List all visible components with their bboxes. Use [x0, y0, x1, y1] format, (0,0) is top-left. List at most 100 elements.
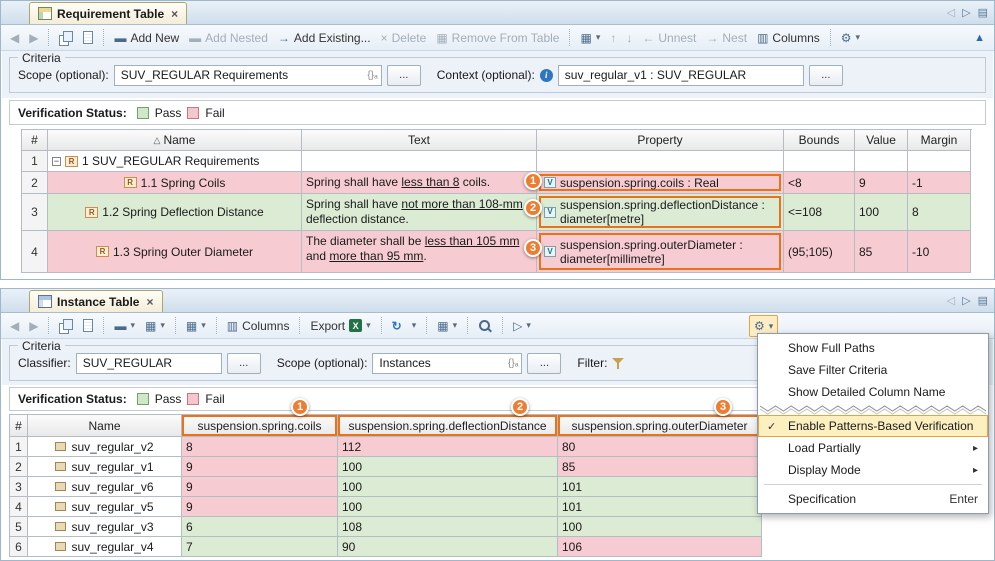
copy-rows-button[interactable] — [55, 27, 77, 49]
menu-item-show-full-paths[interactable]: Show Full Paths — [758, 337, 988, 359]
col-header-value[interactable]: Value — [855, 130, 908, 151]
move-down-button[interactable]: ↓ — [622, 27, 636, 49]
coils-cell[interactable]: 7 — [182, 537, 338, 557]
move-up-button[interactable]: ↑ — [606, 27, 620, 49]
text-cell[interactable]: Spring shall have less than 8 coils. — [302, 172, 537, 194]
menu-item-save-filter-criteria[interactable]: Save Filter Criteria — [758, 359, 988, 381]
diameter-cell[interactable]: 85 — [558, 457, 762, 477]
add-existing-button[interactable]: →Add Existing... — [274, 27, 375, 49]
coils-cell[interactable]: 8 — [182, 437, 338, 457]
menu-item-specification[interactable]: SpecificationEnter — [758, 488, 988, 510]
col-header-deflection-distance[interactable]: suspension.spring.deflectionDistance — [338, 415, 558, 437]
property-cell[interactable]: V suspension.spring.outerDiameter : diam… — [537, 231, 784, 273]
refresh-options-button[interactable]: ▾ — [408, 315, 421, 337]
table-row[interactable]: 6 suv_regular_v4 7 90 106 — [10, 537, 762, 557]
tab-list-icon[interactable]: ▤ — [978, 6, 988, 19]
row-name-cell[interactable]: − R 1 SUV_REGULAR Requirements — [48, 151, 302, 172]
close-icon[interactable]: × — [171, 7, 178, 21]
table-settings-button[interactable]: ⚙▾ — [837, 27, 864, 49]
table-row[interactable]: 1 suv_regular_v2 8 112 80 — [10, 437, 762, 457]
margin-cell[interactable] — [908, 151, 971, 172]
col-header-text[interactable]: Text — [302, 130, 537, 151]
remove-from-table-button[interactable]: ▦Remove From Table — [432, 27, 563, 49]
scope-browse-button[interactable]: ... — [387, 65, 421, 86]
col-header-num[interactable]: # — [22, 130, 48, 151]
row-name-cell[interactable]: suv_regular_v1 — [28, 457, 182, 477]
margin-cell[interactable]: -10 — [908, 231, 971, 273]
delete-button[interactable]: ×Delete — [377, 27, 431, 49]
property-cell[interactable]: V suspension.spring.deflectionDistance :… — [537, 194, 784, 231]
margin-cell[interactable]: 8 — [908, 194, 971, 231]
row-name-cell[interactable]: suv_regular_v2 — [28, 437, 182, 457]
table-options-button[interactable]: ▦▾ — [182, 315, 210, 337]
value-cell[interactable]: 9 — [855, 172, 908, 194]
text-cell[interactable]: The diameter shall be less than 105 mm a… — [302, 231, 537, 273]
add-nested-button[interactable]: ▬Add Nested — [185, 27, 272, 49]
diameter-cell[interactable]: 101 — [558, 477, 762, 497]
coils-cell[interactable]: 9 — [182, 497, 338, 517]
generate-report-button[interactable] — [79, 27, 97, 49]
back-button[interactable]: ◀ — [6, 315, 23, 337]
remove-row-button[interactable]: ▬▾ — [110, 315, 139, 337]
deflection-cell[interactable]: 108 — [338, 517, 558, 537]
bounds-cell[interactable]: <8 — [784, 172, 855, 194]
scope-input[interactable] — [114, 65, 382, 86]
col-header-outer-diameter[interactable]: suspension.spring.outerDiameter — [558, 415, 762, 437]
coils-cell[interactable]: 9 — [182, 457, 338, 477]
diameter-cell[interactable]: 101 — [558, 497, 762, 517]
menu-item-display-mode[interactable]: Display Mode▸ — [758, 459, 988, 481]
diameter-cell[interactable]: 106 — [558, 537, 762, 557]
back-button[interactable]: ◀ — [6, 27, 23, 49]
highlighted-property-box[interactable]: V suspension.spring.outerDiameter : diam… — [539, 233, 781, 270]
deflection-cell[interactable]: 90 — [338, 537, 558, 557]
row-name-cell[interactable]: suv_regular_v4 — [28, 537, 182, 557]
deflection-cell[interactable]: 100 — [338, 477, 558, 497]
row-name-cell[interactable]: R 1.3 Spring Outer Diameter — [48, 231, 302, 273]
property-cell[interactable] — [537, 151, 784, 172]
row-tools-button[interactable]: ▦▾ — [141, 315, 169, 337]
table-row[interactable]: 3 suv_regular_v6 9 100 101 — [10, 477, 762, 497]
tab-scroll-right-icon[interactable]: ▷ — [962, 294, 970, 307]
tab-scroll-right-icon[interactable]: ▷ — [962, 6, 970, 19]
export-button[interactable]: ExportX▾ — [306, 315, 374, 337]
columns-button[interactable]: ▥Columns — [223, 315, 294, 337]
highlighted-property-box[interactable]: V suspension.spring.coils : Real — [539, 174, 781, 191]
col-header-num[interactable]: # — [10, 415, 28, 437]
scope-browse-button[interactable]: ... — [527, 353, 561, 374]
row-name-cell[interactable]: suv_regular_v3 — [28, 517, 182, 537]
table-row[interactable]: 5 suv_regular_v3 6 108 100 — [10, 517, 762, 537]
tab-scroll-left-icon[interactable]: ◁ — [947, 6, 955, 19]
generate-report-button[interactable] — [79, 315, 97, 337]
tab-requirement-table[interactable]: Requirement Table × — [29, 2, 187, 24]
scope-input[interactable] — [372, 353, 522, 374]
diameter-cell[interactable]: 100 — [558, 517, 762, 537]
row-name-cell[interactable]: R 1.2 Spring Deflection Distance — [48, 194, 302, 231]
collapse-toolbar-button[interactable]: ▲ — [970, 27, 989, 49]
text-cell[interactable]: Spring shall have not more than 108-mm d… — [302, 194, 537, 231]
search-button[interactable] — [474, 315, 496, 337]
tab-list-icon[interactable]: ▤ — [978, 294, 988, 307]
add-new-button[interactable]: ▬Add New — [110, 27, 183, 49]
evaluate-button[interactable]: ▷▾ — [509, 315, 535, 337]
highlighted-property-box[interactable]: V suspension.spring.deflectionDistance :… — [539, 196, 781, 228]
property-cell[interactable]: V suspension.spring.coils : Real — [537, 172, 784, 194]
diameter-cell[interactable]: 80 — [558, 437, 762, 457]
value-cell[interactable] — [855, 151, 908, 172]
deflection-cell[interactable]: 100 — [338, 497, 558, 517]
text-cell[interactable] — [302, 151, 537, 172]
context-input[interactable] — [558, 65, 804, 86]
margin-cell[interactable]: -1 — [908, 172, 971, 194]
menu-item-show-detailed-column-name[interactable]: Show Detailed Column Name — [758, 381, 988, 403]
columns-button[interactable]: ▥Columns — [753, 27, 824, 49]
table-row[interactable]: 4 R 1.3 Spring Outer Diameter The diamet… — [22, 231, 972, 273]
tab-scroll-left-icon[interactable]: ◁ — [947, 294, 955, 307]
col-header-property[interactable]: Property — [537, 130, 784, 151]
value-cell[interactable]: 85 — [855, 231, 908, 273]
collapse-expander-icon[interactable]: − — [52, 157, 61, 166]
row-name-cell[interactable]: suv_regular_v5 — [28, 497, 182, 517]
col-header-margin[interactable]: Margin — [908, 130, 971, 151]
value-cell[interactable]: 100 — [855, 194, 908, 231]
col-header-name[interactable]: △ Name — [48, 130, 302, 151]
col-header-bounds[interactable]: Bounds — [784, 130, 855, 151]
view-mode-button[interactable]: ▦▾ — [433, 315, 461, 337]
